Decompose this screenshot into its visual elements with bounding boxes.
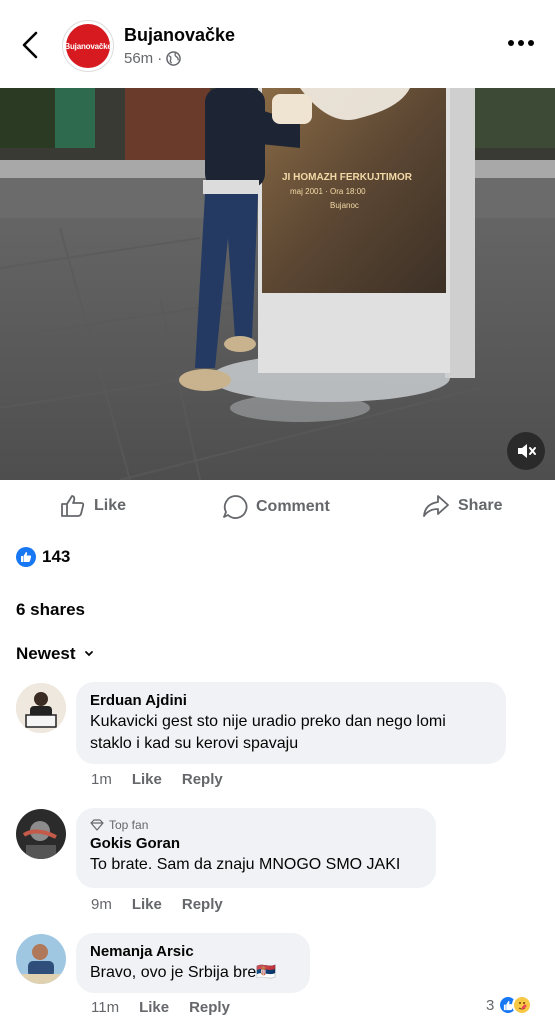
page-logo: Bujanovačke xyxy=(64,24,112,68)
comment-text: Bravo, ovo je Srbija bre🇷🇸 xyxy=(90,962,296,984)
more-dot xyxy=(528,40,534,46)
comment-text-body: Bravo, ovo je Srbija bre xyxy=(90,964,257,981)
comment-like-button[interactable]: Like xyxy=(132,771,162,788)
comment-bubble: Nemanja Arsic Bravo, ovo je Srbija bre🇷🇸 xyxy=(76,933,310,993)
avatar[interactable] xyxy=(16,934,66,984)
avatar-image xyxy=(16,683,66,733)
back-arrow-icon[interactable] xyxy=(18,30,44,60)
comment-time: 11m xyxy=(91,999,120,1016)
top-fan-label: Top fan xyxy=(109,818,149,832)
comment-button[interactable]: Comment xyxy=(222,494,330,520)
comment-text-line: Kukavicki gest sto nije uradio preko dan… xyxy=(90,713,446,730)
comment-like-button[interactable]: Like xyxy=(132,896,162,913)
serbia-flag-icon: 🇷🇸 xyxy=(256,964,277,981)
page-logo-text: Bujanovačke xyxy=(64,41,112,51)
post-meta: 56m · xyxy=(124,50,181,67)
post-video[interactable]: JI HOMAZH FERKUJTIMOR maj 2001 · Ora 18:… xyxy=(0,88,555,480)
page-name[interactable]: Bujanovačke xyxy=(124,25,235,46)
speaker-muted-icon xyxy=(518,444,536,458)
like-label: Like xyxy=(94,497,127,514)
post-header: Bujanovačke Bujanovačke 56m · xyxy=(0,0,555,88)
avatar[interactable] xyxy=(16,809,66,859)
comment-reply-button[interactable]: Reply xyxy=(182,771,223,788)
commenter-name[interactable]: Gokis Goran xyxy=(90,835,422,852)
comment-meta: 9m Like Reply xyxy=(91,896,223,913)
care-reaction-icon xyxy=(512,995,533,1015)
share-button[interactable]: Share xyxy=(422,494,502,518)
sign-line-2: maj 2001 · Ora 18:00 xyxy=(290,187,366,196)
post-time[interactable]: 56m xyxy=(124,50,153,67)
avatar-image xyxy=(16,934,66,984)
comment-like-button[interactable]: Like xyxy=(139,999,169,1016)
video-frame: JI HOMAZH FERKUJTIMOR maj 2001 · Ora 18:… xyxy=(0,88,555,480)
mute-button[interactable] xyxy=(507,432,545,470)
share-count[interactable]: 6 shares xyxy=(16,600,85,620)
like-reaction-icon xyxy=(16,547,36,567)
more-options-button[interactable] xyxy=(508,36,538,50)
thumbs-up-icon xyxy=(61,495,85,517)
comment-label: Comment xyxy=(256,498,330,515)
comment-reaction-summary[interactable]: 3 xyxy=(486,995,533,1015)
comment-icon xyxy=(223,495,248,519)
meta-dot: · xyxy=(157,50,163,67)
comment-reaction-count: 3 xyxy=(486,996,495,1014)
comment-reply-button[interactable]: Reply xyxy=(189,999,230,1016)
avatar-image xyxy=(16,809,66,859)
avatar[interactable] xyxy=(16,683,66,733)
more-dot xyxy=(508,40,514,46)
diamond-icon xyxy=(90,819,104,831)
comment-sort-dropdown[interactable]: Newest xyxy=(16,644,94,664)
reaction-summary[interactable]: 143 xyxy=(16,547,70,567)
more-dot xyxy=(518,40,524,46)
comment-time: 9m xyxy=(91,896,112,913)
chevron-down-icon xyxy=(84,651,93,657)
share-icon xyxy=(423,495,449,517)
comment-text-line: staklo i kad su kerovi spavaju xyxy=(90,735,299,752)
reaction-count: 143 xyxy=(42,547,71,566)
sign-line-1: JI HOMAZH FERKUJTIMOR xyxy=(282,172,413,183)
comment-reply-button[interactable]: Reply xyxy=(182,896,223,913)
comment-bubble: Top fan Gokis Goran To brate. Sam da zna… xyxy=(76,808,436,888)
comment-text: To brate. Sam da znaju MNOGO SMO JAKI xyxy=(90,856,401,873)
sort-label: Newest xyxy=(16,644,76,663)
commenter-name[interactable]: Erduan Ajdini xyxy=(90,692,492,709)
comment-bubble: Erduan Ajdini Kukavicki gest sto nije ur… xyxy=(76,682,506,764)
like-button[interactable]: Like xyxy=(60,494,126,518)
commenter-name[interactable]: Nemanja Arsic xyxy=(90,943,296,960)
page-avatar[interactable]: Bujanovačke xyxy=(62,20,114,72)
comment-meta: 11m Like Reply xyxy=(91,999,230,1016)
comment-time: 1m xyxy=(91,771,112,788)
share-label: Share xyxy=(458,497,503,514)
post-actions: Like Comment Share xyxy=(0,480,555,534)
comment-meta: 1m Like Reply xyxy=(91,771,223,788)
comment-text: Kukavicki gest sto nije uradio preko dan… xyxy=(90,711,492,755)
sign-line-3: Bujanoc xyxy=(330,201,359,210)
globe-icon xyxy=(166,51,181,66)
top-fan-badge: Top fan xyxy=(90,818,422,832)
